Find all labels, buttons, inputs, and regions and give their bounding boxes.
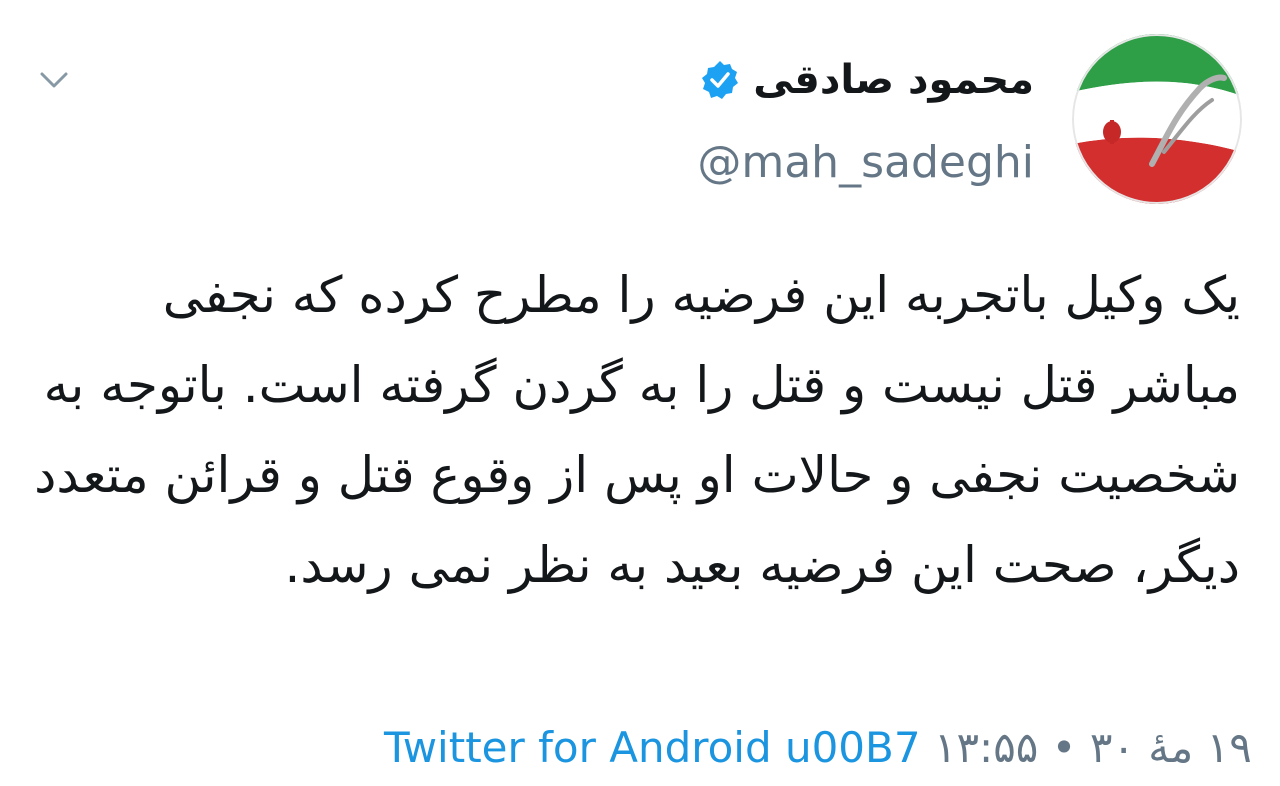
meta-separator: u00B7 <box>784 723 921 772</box>
tweet-meta: Twitter for Android u00B7 ۱۹ مهٔ ۳۰ • ۱۳… <box>384 722 1252 774</box>
timestamp: ۱۹ مهٔ ۳۰ • ۱۳:۵۵ <box>933 723 1252 772</box>
avatar[interactable] <box>1072 34 1242 204</box>
tweet-text: یک وکیل باتجربه این فرضیه را مطرح کرده ک… <box>34 266 1240 594</box>
verified-badge-icon <box>702 61 739 99</box>
chevron-down-icon[interactable] <box>36 62 72 98</box>
tweet-card: محمود صادقی @mah_sadeghi یک وکیل باتجربه… <box>0 0 1280 786</box>
display-name[interactable]: محمود صادقی <box>753 56 1034 104</box>
user-handle[interactable]: @mah_sadeghi <box>697 136 1034 190</box>
client-link[interactable]: Twitter for Android <box>384 723 772 772</box>
author-name-row[interactable]: محمود صادقی <box>699 56 1034 104</box>
